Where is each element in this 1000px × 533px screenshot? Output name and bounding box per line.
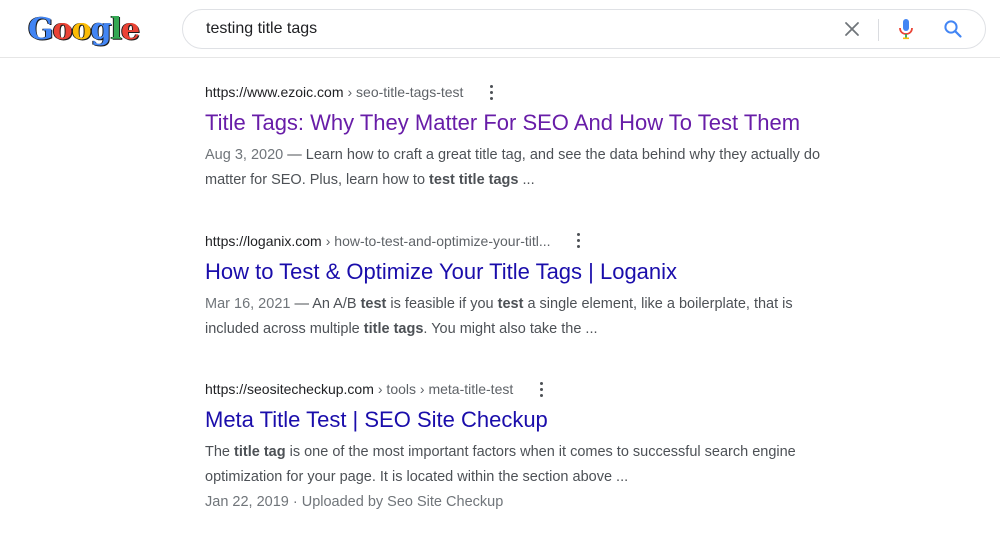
more-options-icon[interactable] — [571, 230, 587, 252]
search-header: Google — [0, 0, 1000, 58]
result-snippet: The title tag is one of the most importa… — [205, 440, 905, 490]
result-title-link[interactable]: Title Tags: Why They Matter For SEO And … — [205, 108, 905, 138]
snippet-separator: — — [290, 295, 313, 312]
logo-text: Google — [28, 10, 140, 50]
snippet-highlight: test — [497, 295, 524, 312]
result-date: Mar 16, 2021 — [205, 295, 291, 312]
search-result: https://seositecheckup.com › tools › met… — [205, 378, 905, 527]
snippet-text: . You might also take the ... — [423, 320, 598, 337]
logo-letter: l — [110, 12, 122, 47]
microphone-icon — [899, 19, 913, 40]
snippet-line: optimization for your page. It is locate… — [205, 465, 905, 490]
result-url[interactable]: https://www.ezoic.com › seo-title-tags-t… — [205, 81, 905, 103]
logo-letter: G — [28, 12, 54, 47]
logo-letter: e — [121, 12, 140, 47]
result-path: › seo-title-tags-test — [347, 84, 464, 100]
snippet-text: optimization for your page. It is locate… — [205, 469, 629, 485]
search-result: https://www.ezoic.com › seo-title-tags-t… — [205, 81, 905, 230]
result-path: › tools › meta-title-test — [377, 381, 514, 397]
result-title-link[interactable]: Meta Title Test | SEO Site Checkup — [205, 405, 905, 435]
result-title-link[interactable]: How to Test & Optimize Your Title Tags |… — [205, 257, 905, 287]
snippet-highlight: test title tags — [429, 172, 519, 188]
snippet-line: The title tag is one of the most importa… — [205, 440, 905, 465]
snippet-text: An A/B — [312, 295, 361, 312]
result-url[interactable]: https://seositecheckup.com › tools › met… — [205, 378, 905, 400]
result-path: › how-to-test-and-optimize-your-titl... — [325, 232, 551, 249]
snippet-line: included across multiple title tags. You… — [205, 317, 905, 342]
snippet-highlight: title tags — [363, 320, 424, 337]
result-snippet: Mar 16, 2021 — An A/B test is feasible i… — [205, 292, 905, 342]
snippet-separator: — — [283, 147, 306, 163]
snippet-text: is one of the most important factors whe… — [285, 444, 796, 460]
search-icon — [944, 20, 962, 38]
snippet-text: included across multiple — [205, 320, 364, 337]
result-video-meta: Jan 22, 2019 · Uploaded by Seo Site Chec… — [205, 494, 504, 510]
result-date: Aug 3, 2020 — [205, 147, 284, 163]
close-icon — [845, 22, 859, 36]
snippet-highlight: test — [360, 295, 387, 312]
search-input[interactable] — [206, 10, 806, 48]
voice-search-button[interactable] — [891, 14, 921, 44]
logo-letter: g — [90, 12, 112, 47]
snippet-text: is feasible if you — [386, 295, 498, 312]
result-domain: https://www.ezoic.com — [205, 84, 344, 100]
result-url[interactable]: https://loganix.com › how-to-test-and-op… — [205, 230, 905, 252]
search-divider — [878, 19, 879, 41]
more-options-icon[interactable] — [533, 378, 549, 400]
logo-letter: o — [71, 12, 92, 47]
search-result: https://loganix.com › how-to-test-and-op… — [205, 230, 905, 379]
search-box — [182, 9, 986, 49]
result-domain: https://loganix.com — [205, 232, 322, 249]
more-options-icon[interactable] — [483, 81, 499, 103]
snippet-highlight: title tag — [234, 444, 286, 460]
snippet-text: Learn how to craft a great title tag, an… — [305, 147, 821, 163]
search-submit-button[interactable] — [938, 14, 968, 44]
snippet-line: matter for SEO. Plus, learn how to test … — [205, 168, 905, 193]
snippet-text: matter for SEO. Plus, learn how to — [205, 172, 430, 188]
google-doodle-logo[interactable]: Google — [28, 10, 140, 50]
result-snippet: Aug 3, 2020 — Learn how to craft a great… — [205, 143, 905, 193]
snippet-text: The — [205, 444, 235, 460]
result-domain: https://seositecheckup.com — [205, 381, 374, 397]
snippet-text: ... — [518, 172, 535, 188]
logo-letter: o — [52, 12, 73, 47]
snippet-line: Mar 16, 2021 — An A/B test is feasible i… — [205, 292, 905, 317]
clear-search-button[interactable] — [837, 14, 867, 44]
search-results: https://www.ezoic.com › seo-title-tags-t… — [205, 81, 905, 527]
snippet-text: a single element, like a boilerplate, th… — [523, 295, 793, 312]
snippet-line: Aug 3, 2020 — Learn how to craft a great… — [205, 143, 905, 168]
